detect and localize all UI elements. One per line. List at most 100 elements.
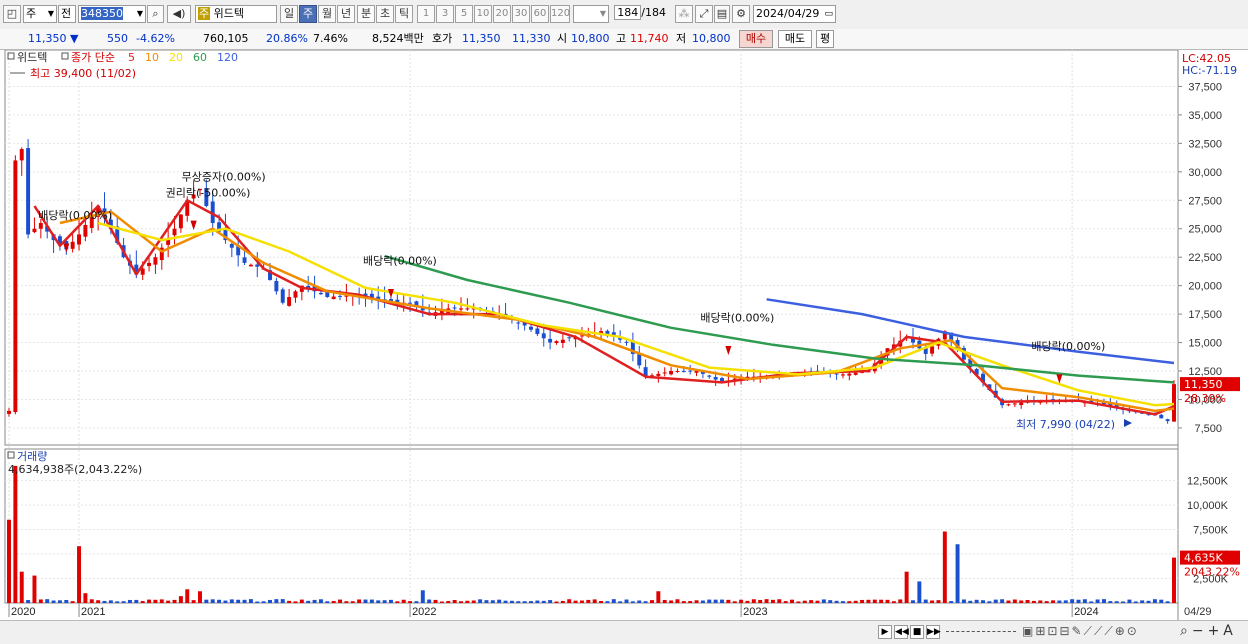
- candle-body: [274, 280, 279, 292]
- candle-body: [535, 328, 540, 335]
- volume-bar: [433, 599, 438, 603]
- volume-bar: [299, 599, 304, 603]
- eval-button[interactable]: 평: [816, 30, 834, 48]
- event-label: 배당락(0.00%): [38, 209, 112, 222]
- speaker-icon[interactable]: ◀): [167, 5, 191, 23]
- gear-icon[interactable]: ⚙: [732, 5, 750, 23]
- volume-bar: [987, 601, 992, 603]
- volume-bar: [618, 601, 623, 603]
- price-tick-label: 17,500: [1188, 309, 1222, 321]
- volume-tick-label: 12,500K: [1187, 476, 1229, 488]
- interval-20[interactable]: 20: [493, 5, 511, 23]
- chart-type-icon[interactable]: ◰: [3, 5, 21, 23]
- tab-week[interactable]: 주: [299, 5, 317, 23]
- buy-button[interactable]: 매수: [739, 30, 773, 48]
- custom-interval-select[interactable]: ▼: [573, 5, 609, 23]
- prev-button[interactable]: 전: [58, 5, 76, 23]
- search-icon[interactable]: ⌕: [147, 5, 164, 23]
- volume-bar: [866, 599, 871, 603]
- candle-body: [83, 224, 88, 237]
- price-panel-frame: [4, 50, 1179, 446]
- volume-bar: [153, 599, 158, 603]
- tab-second[interactable]: 초: [376, 5, 394, 23]
- candle-body: [147, 262, 152, 267]
- interval-5[interactable]: 5: [455, 5, 473, 23]
- volume-bar: [904, 571, 909, 603]
- legend-ma-5: 5: [128, 51, 135, 64]
- volume-bar: [1108, 601, 1113, 603]
- drawing-tools[interactable]: ▣⊞⊡⊟✎⟋⟋⟋⊕⊙: [1022, 624, 1139, 639]
- fast-forward-icon[interactable]: ▶▶: [926, 625, 941, 639]
- stop-icon[interactable]: ■: [910, 625, 924, 639]
- stock-chart[interactable]: 7,50010,00012,50015,00017,50020,00022,50…: [0, 50, 1248, 620]
- volume-bar: [1019, 600, 1024, 603]
- max-label: 최고 39,400 (11/02): [30, 67, 136, 80]
- event-label: 배당락(0.00%): [700, 311, 774, 324]
- candle-body: [26, 148, 31, 235]
- volume-bar: [579, 600, 584, 603]
- volume-bar: [891, 601, 896, 603]
- volume-bar: [96, 600, 101, 603]
- volume-bar: [236, 599, 241, 603]
- volume-bar: [108, 600, 113, 603]
- volume-panel-title: 거래량: [17, 450, 47, 463]
- interval-120[interactable]: 120: [550, 5, 570, 23]
- scroll-right-icon[interactable]: ▶: [878, 625, 892, 639]
- volume-bar: [19, 571, 24, 603]
- count-value[interactable]: 184: [614, 5, 642, 20]
- volume-bar: [1006, 600, 1011, 603]
- volume-bar: [191, 600, 196, 603]
- price-tick-label: 22,500: [1188, 252, 1222, 264]
- interval-3[interactable]: 3: [436, 5, 454, 23]
- ask-label: 호가: [432, 32, 453, 45]
- volume-bar: [1000, 599, 1005, 603]
- volume-bar: [879, 599, 884, 603]
- cross-icon[interactable]: ⤢: [695, 5, 713, 23]
- candle-body: [70, 241, 75, 249]
- volume-bar: [783, 601, 788, 603]
- grid-icon[interactable]: ⁂: [675, 5, 693, 23]
- candle-body: [287, 297, 292, 306]
- stock-code-input[interactable]: 348350 ▼: [78, 5, 146, 23]
- volume-bar: [459, 601, 463, 603]
- interval-30[interactable]: 30: [512, 5, 530, 23]
- volume-bar: [650, 600, 654, 603]
- sell-button[interactable]: 매도: [778, 30, 812, 48]
- interval-60[interactable]: 60: [531, 5, 549, 23]
- zoom-controls[interactable]: ⌕−+A: [1180, 623, 1237, 639]
- volume-bar: [420, 590, 425, 603]
- tab-day[interactable]: 일: [280, 5, 298, 23]
- fast-back-icon[interactable]: ◀◀: [894, 625, 909, 639]
- interval-10[interactable]: 10: [474, 5, 492, 23]
- period-unit-value: 주: [26, 7, 37, 20]
- open-price: 10,800: [571, 32, 610, 45]
- candle-body: [930, 346, 935, 354]
- tab-month[interactable]: 월: [318, 5, 336, 23]
- volume-bar: [357, 599, 362, 603]
- tab-year[interactable]: 년: [337, 5, 355, 23]
- price-tick-label: 35,000: [1188, 110, 1222, 122]
- volume-bar: [643, 601, 648, 603]
- volume-bar: [1127, 599, 1132, 603]
- volume-summary: 4,634,938주(2,043.22%): [8, 463, 142, 476]
- tab-minute[interactable]: 분: [357, 5, 375, 23]
- volume-bar: [350, 601, 355, 603]
- candle-body: [688, 370, 693, 372]
- volume-bar: [7, 519, 11, 603]
- volume-bar: [1114, 601, 1119, 603]
- legend-ma-20: 20: [169, 51, 183, 64]
- zoom-slider[interactable]: [946, 631, 1016, 635]
- candle-body: [707, 375, 712, 377]
- date-field[interactable]: 2024/04/29 ▭: [753, 5, 836, 23]
- interval-1[interactable]: 1: [417, 5, 435, 23]
- tab-tick[interactable]: 틱: [395, 5, 413, 23]
- candle-body: [713, 376, 718, 380]
- stock-name-field[interactable]: 주 위드텍: [195, 5, 277, 23]
- candle-body: [248, 264, 253, 267]
- volume-bar: [1152, 599, 1157, 603]
- volume-bar: [127, 599, 132, 603]
- period-unit-select[interactable]: 주 ▼: [23, 5, 57, 23]
- save-icon[interactable]: ▤: [714, 5, 730, 23]
- volume-bar: [853, 600, 858, 603]
- volume-bar: [38, 599, 43, 603]
